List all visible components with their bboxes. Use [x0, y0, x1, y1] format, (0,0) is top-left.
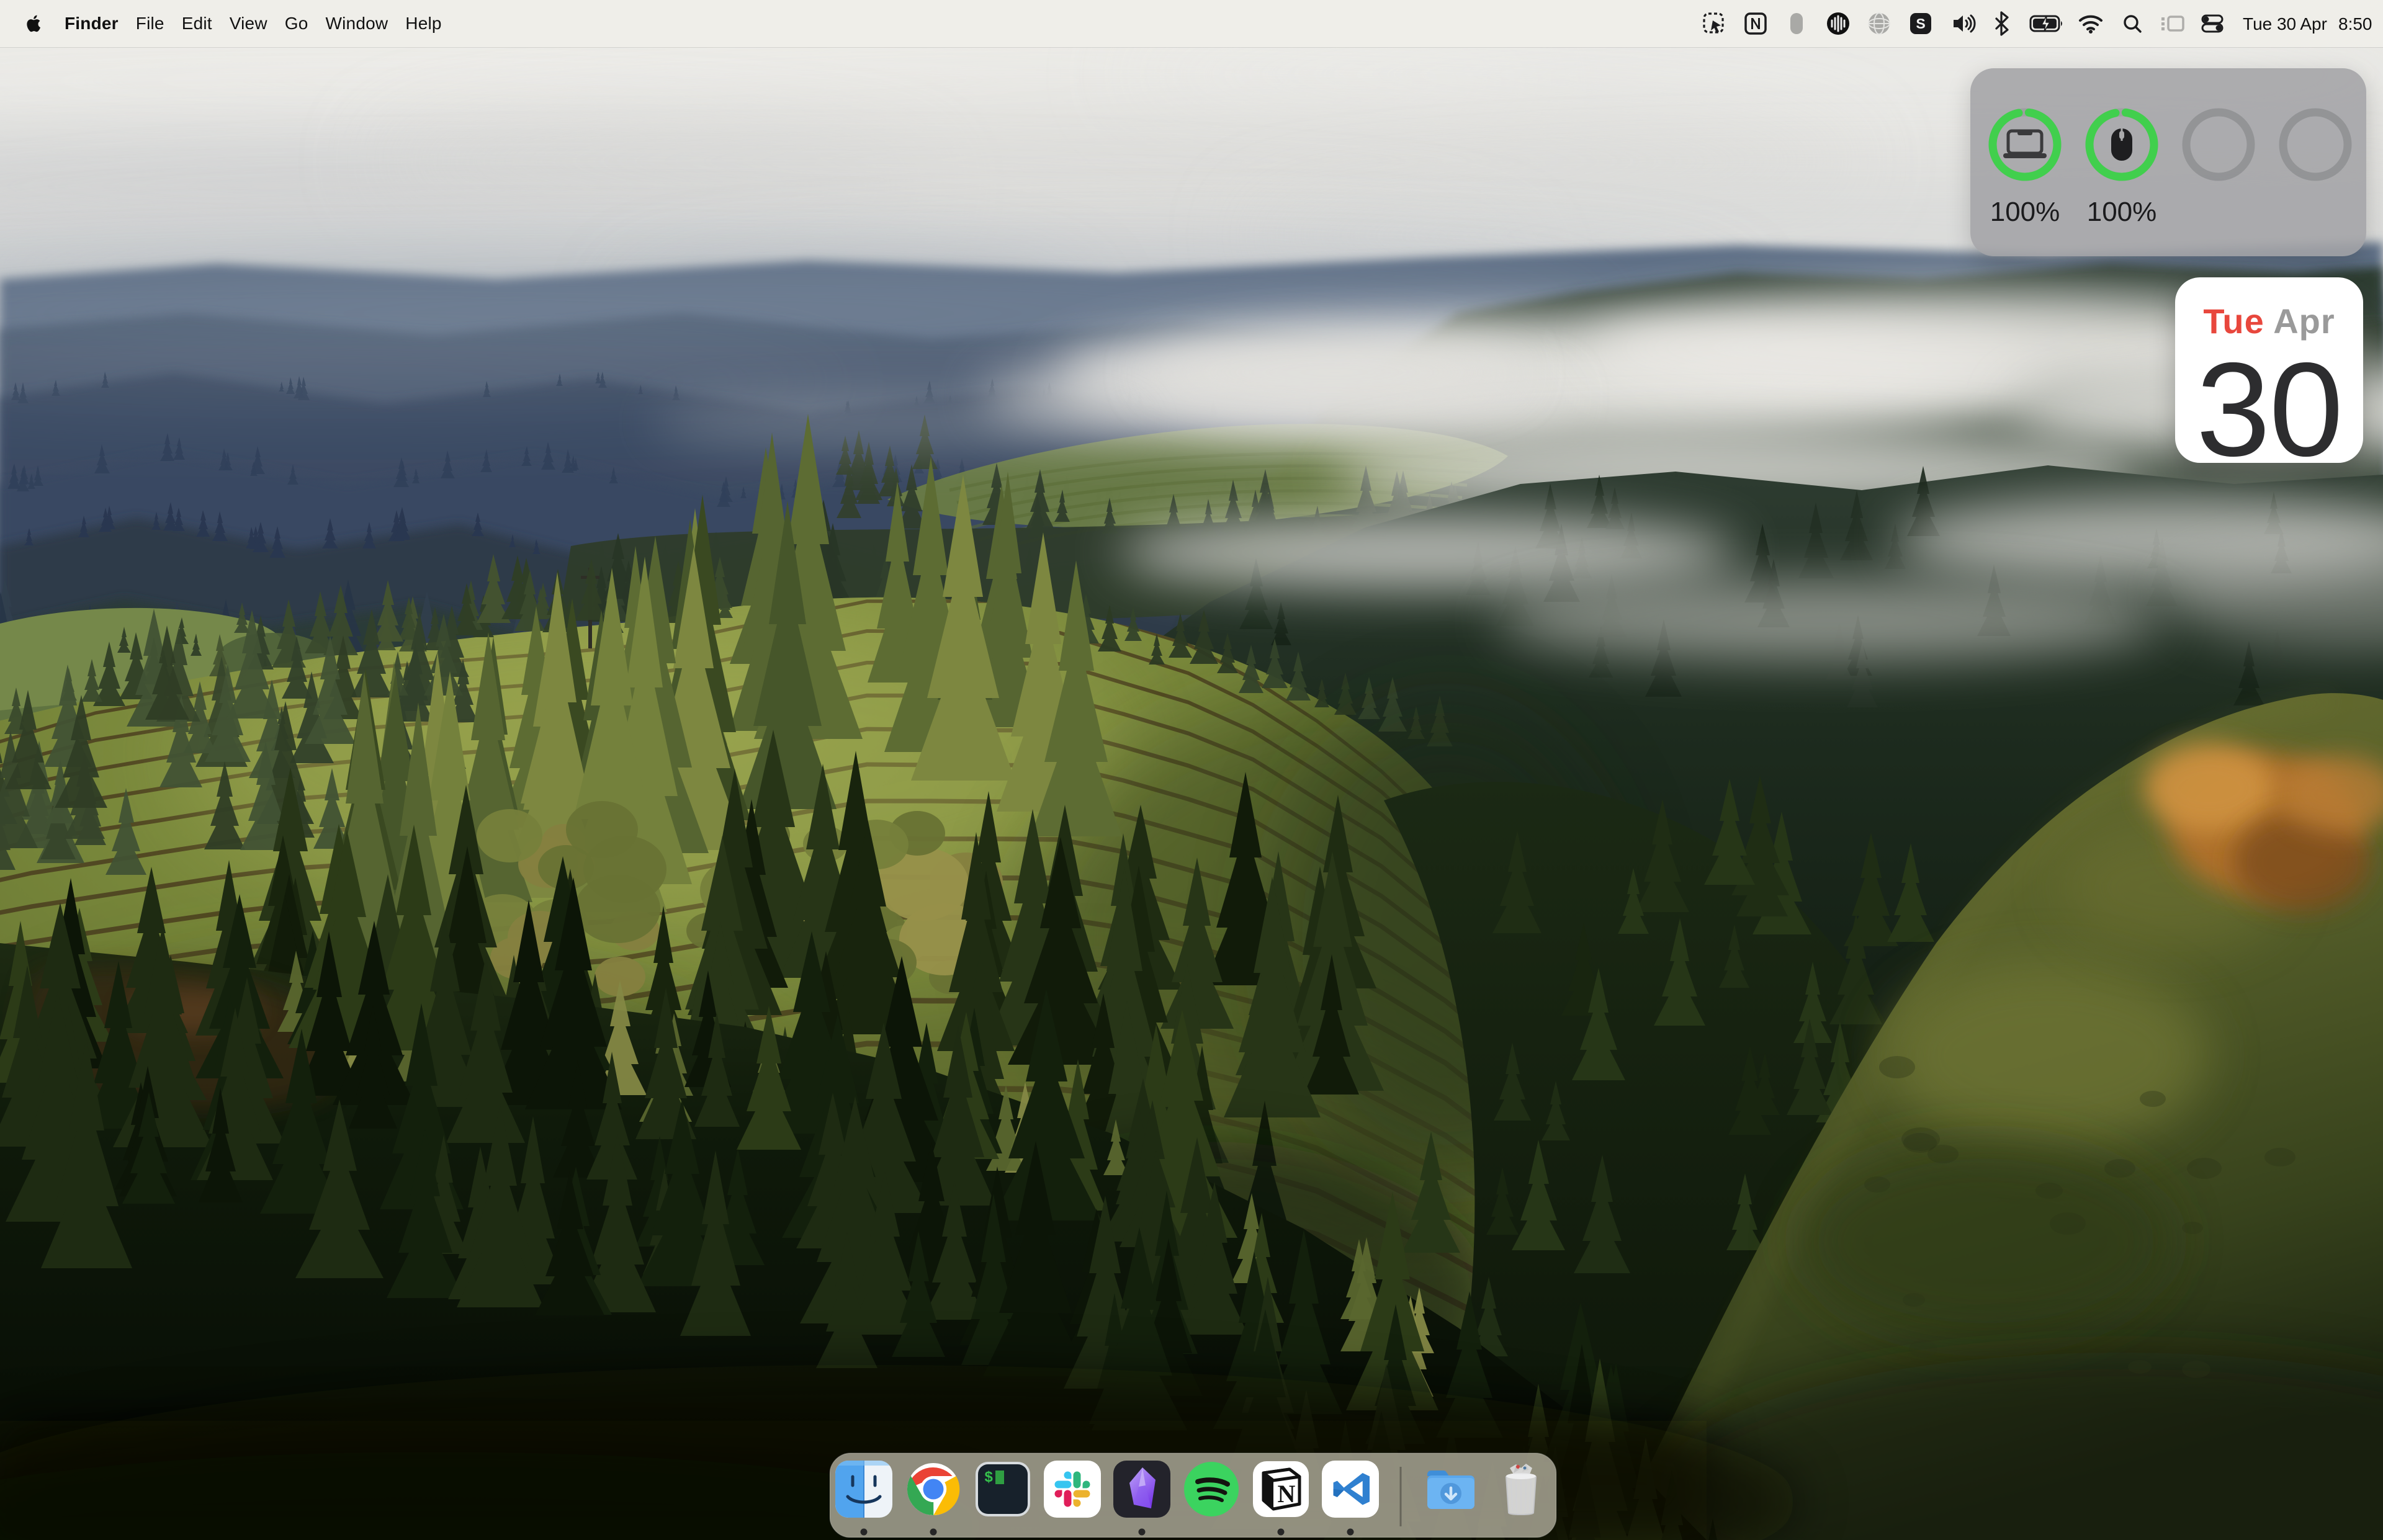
svg-text:N: N	[1278, 1480, 1296, 1508]
svg-text:$: $	[984, 1470, 993, 1487]
svg-text:100%: 100%	[1990, 197, 2060, 227]
svg-text:S: S	[1916, 16, 1925, 32]
svg-text:8:50: 8:50	[2338, 14, 2372, 34]
svg-text:Tue 30 Apr: Tue 30 Apr	[2243, 14, 2327, 34]
svg-text:100%: 100%	[2087, 197, 2157, 227]
